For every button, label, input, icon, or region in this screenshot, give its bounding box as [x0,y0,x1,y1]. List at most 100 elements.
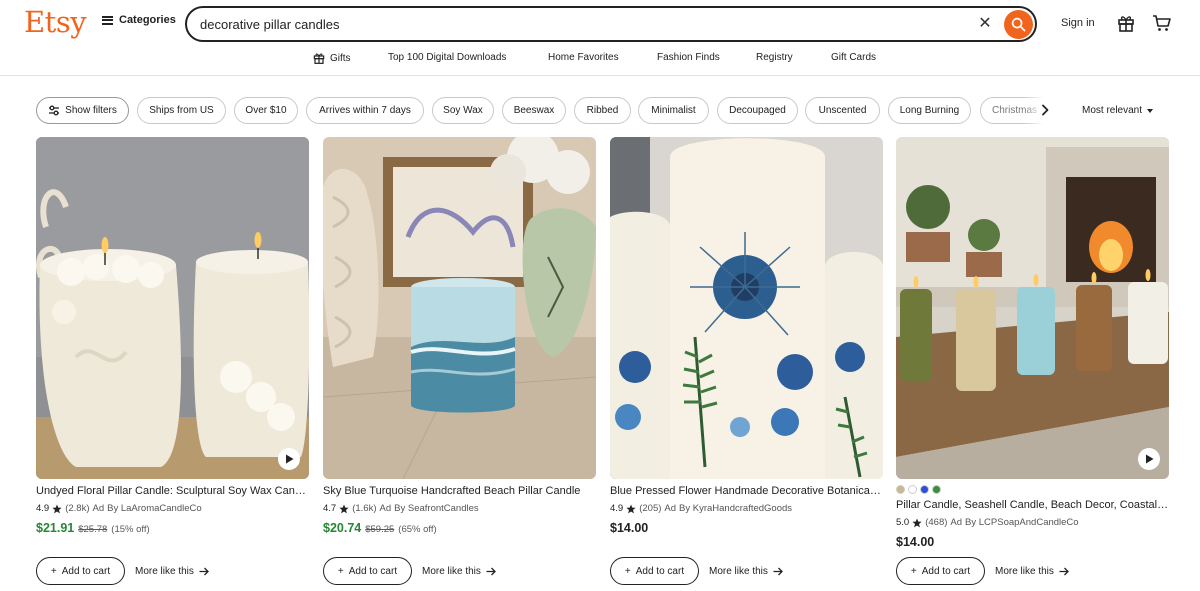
listing-card: Sky Blue Turquoise Handcrafted Beach Pil… [323,137,596,587]
play-video-button[interactable] [278,448,300,470]
add-to-cart-button[interactable]: + Add to cart [36,557,125,585]
more-like-this-label: More like this [709,565,768,577]
nav-item-home-favorites[interactable]: Home Favorites [548,52,619,63]
categories-button[interactable]: Categories [102,14,176,26]
listing-image[interactable] [610,137,883,479]
listing-card: Undyed Floral Pillar Candle: Sculptural … [36,137,309,587]
plus-icon: + [910,565,917,577]
search-bar: ✕ [185,6,1037,42]
seller-name: By SeafrontCandles [394,503,479,514]
price-row: $20.74 $59.25 (65% off) [323,521,437,535]
plus-icon: + [50,565,57,577]
more-like-this-link[interactable]: More like this [709,566,783,577]
listing-image[interactable] [896,137,1169,479]
listing-image[interactable] [36,137,309,479]
nav-item-fashion-finds[interactable]: Fashion Finds [657,52,720,63]
filter-chip-arrives-within-7-days[interactable]: Arrives within 7 days [306,97,424,124]
color-swatch[interactable] [932,485,941,494]
add-to-cart-button[interactable]: + Add to cart [323,557,412,585]
play-icon [1145,454,1153,464]
listing-title[interactable]: Sky Blue Turquoise Handcrafted Beach Pil… [323,485,596,497]
listing-actions: + Add to cart More like this [323,557,496,585]
nav-item-label: Gifts [330,52,351,64]
color-swatch[interactable] [908,485,917,494]
filter-chip-ships-from-us[interactable]: Ships from US [137,97,226,124]
nav-item-gifts[interactable]: Gifts [313,52,351,64]
etsy-logo[interactable]: Etsy [24,5,87,39]
add-to-cart-button[interactable]: + Add to cart [610,557,699,585]
add-to-cart-label: Add to cart [348,565,398,577]
add-to-cart-label: Add to cart [635,565,685,577]
sale-price: $21.91 [36,521,75,535]
filter-chip-unscented[interactable]: Unscented [805,97,880,124]
filter-chip-soy-wax[interactable]: Soy Wax [432,97,494,124]
review-count: (2.8k) [65,503,90,514]
filter-bar: Show filters Ships from US Over $10 Arri… [0,97,1200,125]
listing-title[interactable]: Undyed Floral Pillar Candle: Sculptural … [36,485,309,497]
listing-image[interactable] [323,137,596,479]
arrow-right-icon [773,567,783,575]
filter-chip-beeswax[interactable]: Beeswax [502,97,566,124]
clear-search-icon[interactable]: ✕ [976,15,994,33]
star-icon [912,518,922,527]
ad-label: Ad [950,517,963,528]
nav-item-top-100-digital-downloads[interactable]: Top 100 Digital Downloads [388,52,506,63]
arrow-right-icon [1059,567,1069,575]
chevron-right-icon[interactable] [1038,103,1052,117]
listing-actions: + Add to cart More like this [610,557,783,585]
sale-price: $20.74 [323,521,362,535]
rating-value: 5.0 [896,517,910,528]
seller-name: By LaAromaCandleCo [107,503,202,514]
original-price: $59.25 [365,524,395,535]
price-row: $14.00 [610,521,648,535]
listing-title[interactable]: Pillar Candle, Seashell Candle, Beach De… [896,499,1169,511]
filter-chip-decoupaged[interactable]: Decoupaged [717,97,798,124]
star-icon [52,504,62,513]
plus-icon: + [624,565,631,577]
price: $14.00 [610,521,649,535]
rating-value: 4.9 [36,503,50,514]
gift-icon[interactable] [1117,14,1135,32]
more-like-this-link[interactable]: More like this [422,566,496,577]
original-price: $25.78 [78,524,108,535]
nav-item-gift-cards[interactable]: Gift Cards [831,52,876,63]
add-to-cart-label: Add to cart [61,565,111,577]
discount-label: (15% off) [111,524,150,535]
color-swatch[interactable] [920,485,929,494]
play-icon [285,454,293,464]
filter-chip-minimalist[interactable]: Minimalist [638,97,709,124]
show-filters-button[interactable]: Show filters [36,97,129,124]
search-button[interactable] [1004,10,1033,39]
cart-icon[interactable] [1152,14,1172,32]
arrow-right-icon [199,567,209,575]
listing-title[interactable]: Blue Pressed Flower Handmade Decorative … [610,485,883,497]
rating-value: 4.9 [610,503,624,514]
star-icon [626,504,636,513]
filter-chip-ribbed[interactable]: Ribbed [574,97,631,124]
listing-meta: 4.9 (205) Ad By KyraHandcraftedGoods [610,503,792,514]
menu-icon [102,15,113,25]
ad-label: Ad [92,503,105,514]
review-count: (468) [925,517,948,528]
nav-item-registry[interactable]: Registry [756,52,793,63]
price: $14.00 [896,535,935,549]
ad-label: Ad [379,503,392,514]
arrow-right-icon [486,567,496,575]
more-like-this-link[interactable]: More like this [135,566,209,577]
categories-label: Categories [119,14,176,26]
sort-label: Most relevant [1082,105,1143,116]
more-like-this-link[interactable]: More like this [995,566,1069,577]
star-icon [339,504,349,513]
ad-label: Ad [664,503,677,514]
seller-name: By LCPSoapAndCandleCo [965,517,1079,528]
filter-chip-long-burning[interactable]: Long Burning [888,97,971,124]
sort-dropdown[interactable]: Most relevant [1082,105,1154,116]
add-to-cart-button[interactable]: + Add to cart [896,557,985,585]
search-input[interactable] [200,14,960,34]
filter-chip-over-10[interactable]: Over $10 [234,97,298,124]
play-video-button[interactable] [1138,448,1160,470]
sign-in-link[interactable]: Sign in [1061,17,1095,29]
price-row: $14.00 [896,535,934,549]
listing-meta: 4.7 (1.6k) Ad By SeafrontCandles [323,503,479,514]
color-swatch[interactable] [896,485,905,494]
